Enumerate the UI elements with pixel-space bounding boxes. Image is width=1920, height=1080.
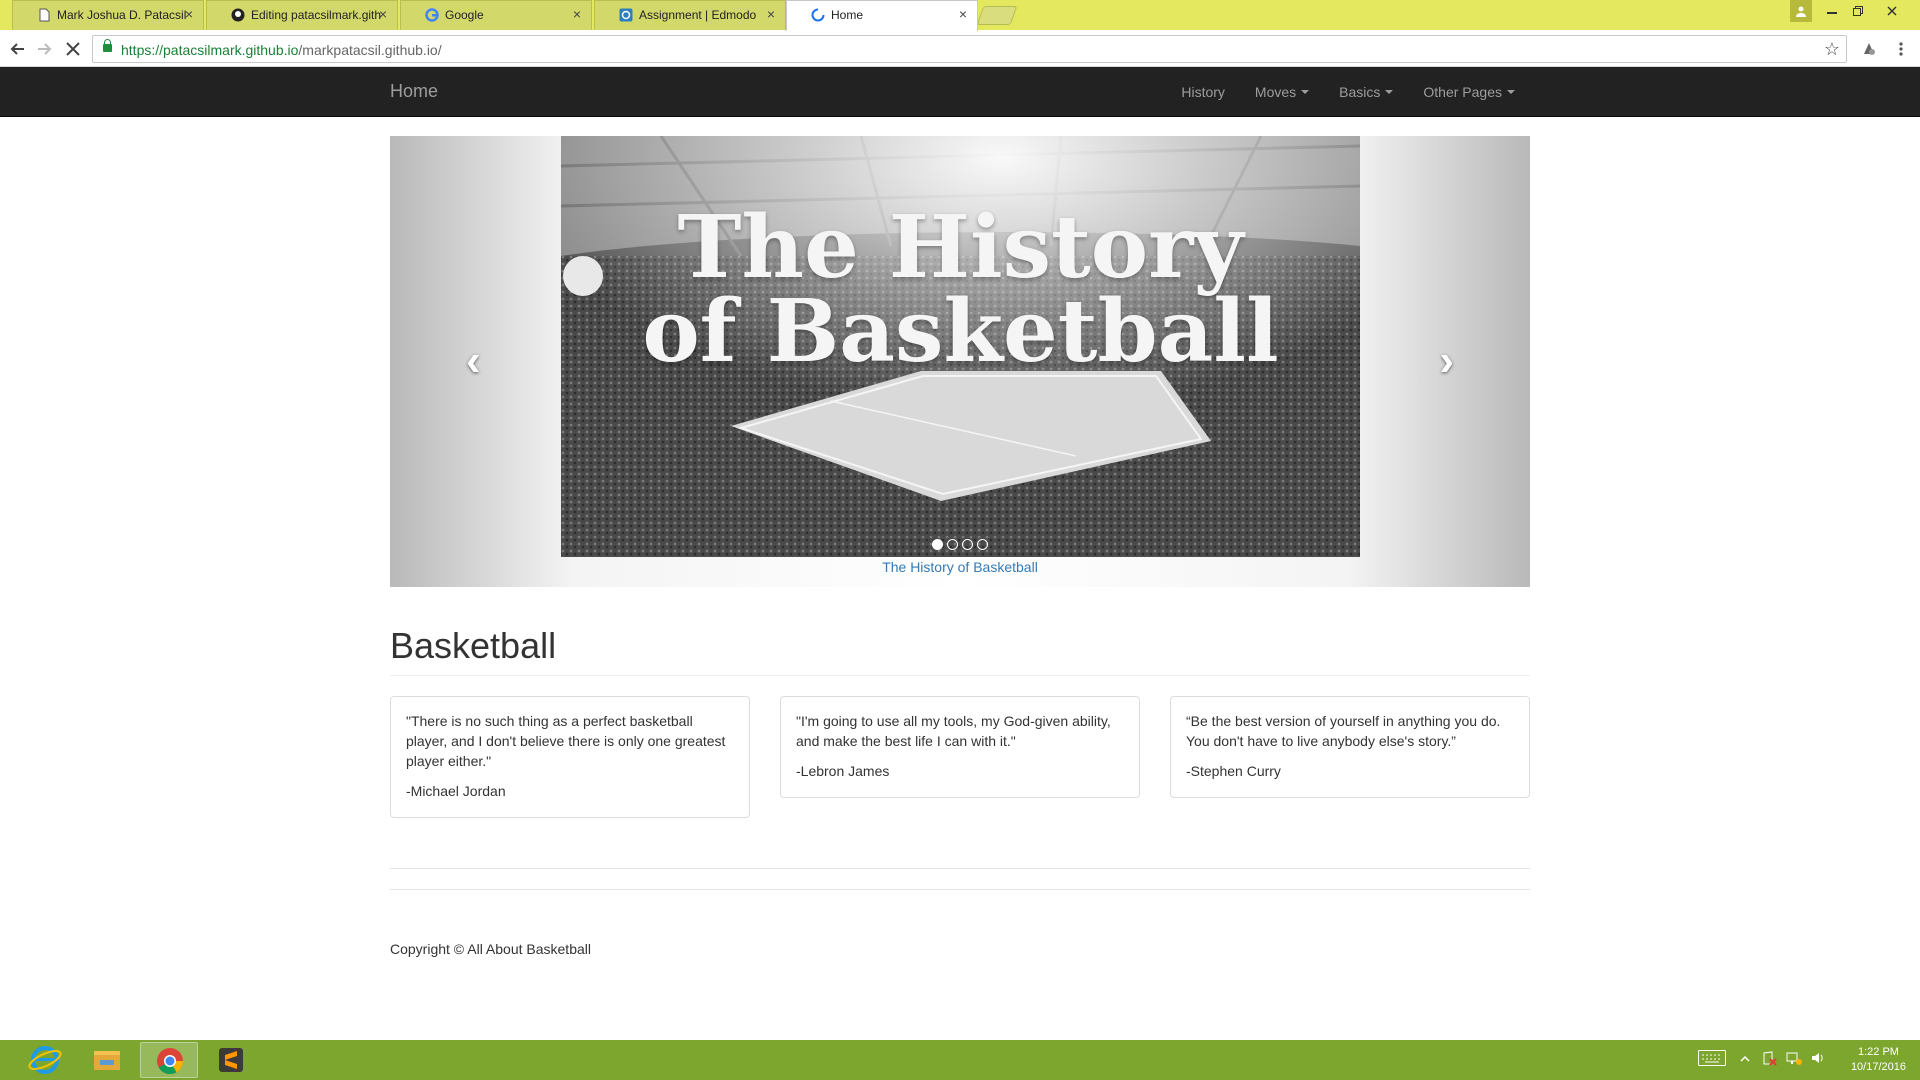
browser-tab[interactable]: Mark Joshua D. Patacsil × [12, 0, 204, 30]
navbar-links: History Moves Basics Other Pages [1166, 67, 1530, 117]
site-navbar: Home History Moves Basics Other Pages [0, 67, 1920, 117]
system-clock[interactable]: 1:22 PM 10/17/2016 [1851, 1045, 1906, 1075]
tab-strip: Mark Joshua D. Patacsil × Editing patacs… [0, 0, 1920, 31]
chevron-left-icon: ‹ [466, 336, 481, 385]
carousel-caption[interactable]: The History of Basketball [390, 559, 1530, 575]
nav-item-other-pages[interactable]: Other Pages [1408, 84, 1530, 100]
close-icon[interactable]: × [573, 6, 581, 22]
nav-label: History [1181, 84, 1225, 100]
page-header: Basketball [390, 620, 1530, 676]
carousel-next-button[interactable]: › [1359, 136, 1530, 587]
caret-down-icon [1385, 90, 1394, 94]
windows-taskbar: 1:22 PM 10/17/2016 [0, 1040, 1920, 1080]
network-icon[interactable] [1786, 1050, 1802, 1069]
quote-author: -Stephen Curry [1186, 763, 1281, 779]
nav-label: Basics [1339, 84, 1381, 100]
back-icon[interactable] [4, 36, 30, 62]
nav-label: Other Pages [1423, 84, 1502, 100]
caret-down-icon [1507, 90, 1515, 94]
forward-icon[interactable] [32, 36, 58, 62]
page-title: Basketball [390, 625, 557, 666]
page-icon [37, 8, 51, 22]
close-icon[interactable]: × [185, 6, 193, 22]
nav-item-basics[interactable]: Basics [1324, 84, 1408, 100]
tab-title: Editing patacsilmark.gith [251, 8, 381, 22]
quote-card: "There is no such thing as a perfect bas… [390, 696, 750, 818]
close-icon[interactable]: × [767, 6, 775, 22]
edmodo-icon [619, 8, 633, 22]
browser-toolbar: https://patacsilmark.github.io/markpatac… [0, 31, 1920, 67]
github-icon [231, 8, 245, 22]
divider [390, 868, 1530, 869]
divider [390, 889, 1530, 890]
bookmark-star-icon[interactable]: ☆ [1824, 39, 1840, 60]
quote-text: “Be the best version of yourself in anyt… [1186, 713, 1501, 749]
navbar-brand[interactable]: Home [390, 81, 438, 102]
google-icon [425, 8, 439, 22]
restore-icon[interactable] [1846, 0, 1870, 22]
close-icon[interactable]: × [379, 6, 387, 22]
profile-icon[interactable] [1790, 0, 1812, 22]
stop-loading-icon[interactable] [60, 36, 86, 62]
slide-title: The History of Basketball [561, 197, 1360, 382]
file-explorer-icon[interactable] [78, 1042, 136, 1078]
nav-item-history[interactable]: History [1166, 84, 1240, 100]
slide-title-line: The History [677, 197, 1244, 298]
browser-tab-active[interactable]: Home × [786, 0, 978, 31]
show-hidden-icons-icon[interactable] [1740, 1050, 1750, 1069]
caret-down-icon [1301, 90, 1310, 94]
close-window-icon[interactable] [1872, 0, 1912, 22]
tab-title: Google [445, 8, 484, 22]
carousel: The History of Basketball ‹ › The Histor… [390, 136, 1530, 587]
browser-tab[interactable]: Google × [400, 0, 592, 30]
chevron-right-icon: › [1439, 336, 1454, 385]
url-path: /markpatacsil.github.io/ [298, 42, 442, 58]
browser-tab[interactable]: Editing patacsilmark.gith × [206, 0, 398, 30]
quote-card: "I'm going to use all my tools, my God-g… [780, 696, 1140, 798]
keyboard-icon[interactable] [1698, 1050, 1726, 1069]
tab-title: Mark Joshua D. Patacsil [57, 8, 187, 22]
nav-label: Moves [1254, 84, 1297, 100]
carousel-indicator[interactable] [932, 539, 943, 550]
slide-image: The History of Basketball [561, 136, 1360, 557]
quote-author: -Michael Jordan [406, 783, 506, 799]
tab-title: Assignment | Edmodo [639, 8, 757, 22]
quote-text: "I'm going to use all my tools, my God-g… [796, 713, 1111, 749]
nav-item-moves[interactable]: Moves [1240, 84, 1324, 100]
footer-copyright: Copyright © All About Basketball [390, 941, 591, 957]
action-center-icon[interactable] [1762, 1050, 1778, 1069]
internet-explorer-icon[interactable] [16, 1042, 74, 1078]
clock-time: 1:22 PM [1857, 1046, 1899, 1058]
carousel-indicator[interactable] [947, 539, 958, 550]
close-icon[interactable]: × [959, 6, 967, 22]
tab-title: Home [831, 8, 864, 22]
quote-card: “Be the best version of yourself in anyt… [1170, 696, 1530, 798]
carousel-prev-button[interactable]: ‹ [390, 136, 561, 587]
extension-icon[interactable] [1856, 36, 1882, 62]
carousel-indicator[interactable] [962, 539, 973, 550]
loading-icon [811, 8, 825, 22]
minimize-icon[interactable] [1820, 0, 1844, 22]
clock-date: 10/17/2016 [1850, 1061, 1906, 1073]
slide-title-line: of Basketball [642, 281, 1279, 382]
url-host: https://patacsilmark.github.io [121, 42, 299, 58]
quote-author: -Lebron James [796, 763, 890, 779]
volume-icon[interactable] [1810, 1050, 1826, 1069]
carousel-indicators [390, 539, 1530, 550]
sublime-text-icon[interactable] [202, 1042, 260, 1078]
lock-icon [103, 39, 112, 52]
url-text[interactable]: https://patacsilmark.github.io/markpatac… [121, 42, 442, 58]
address-bar[interactable]: https://patacsilmark.github.io/markpatac… [92, 35, 1847, 63]
menu-icon[interactable] [1888, 36, 1914, 62]
new-tab-button[interactable] [976, 6, 1018, 25]
quote-text: "There is no such thing as a perfect bas… [406, 713, 726, 769]
browser-tab[interactable]: Assignment | Edmodo × [594, 0, 786, 30]
chrome-icon[interactable] [140, 1042, 198, 1078]
carousel-indicator[interactable] [977, 539, 988, 550]
